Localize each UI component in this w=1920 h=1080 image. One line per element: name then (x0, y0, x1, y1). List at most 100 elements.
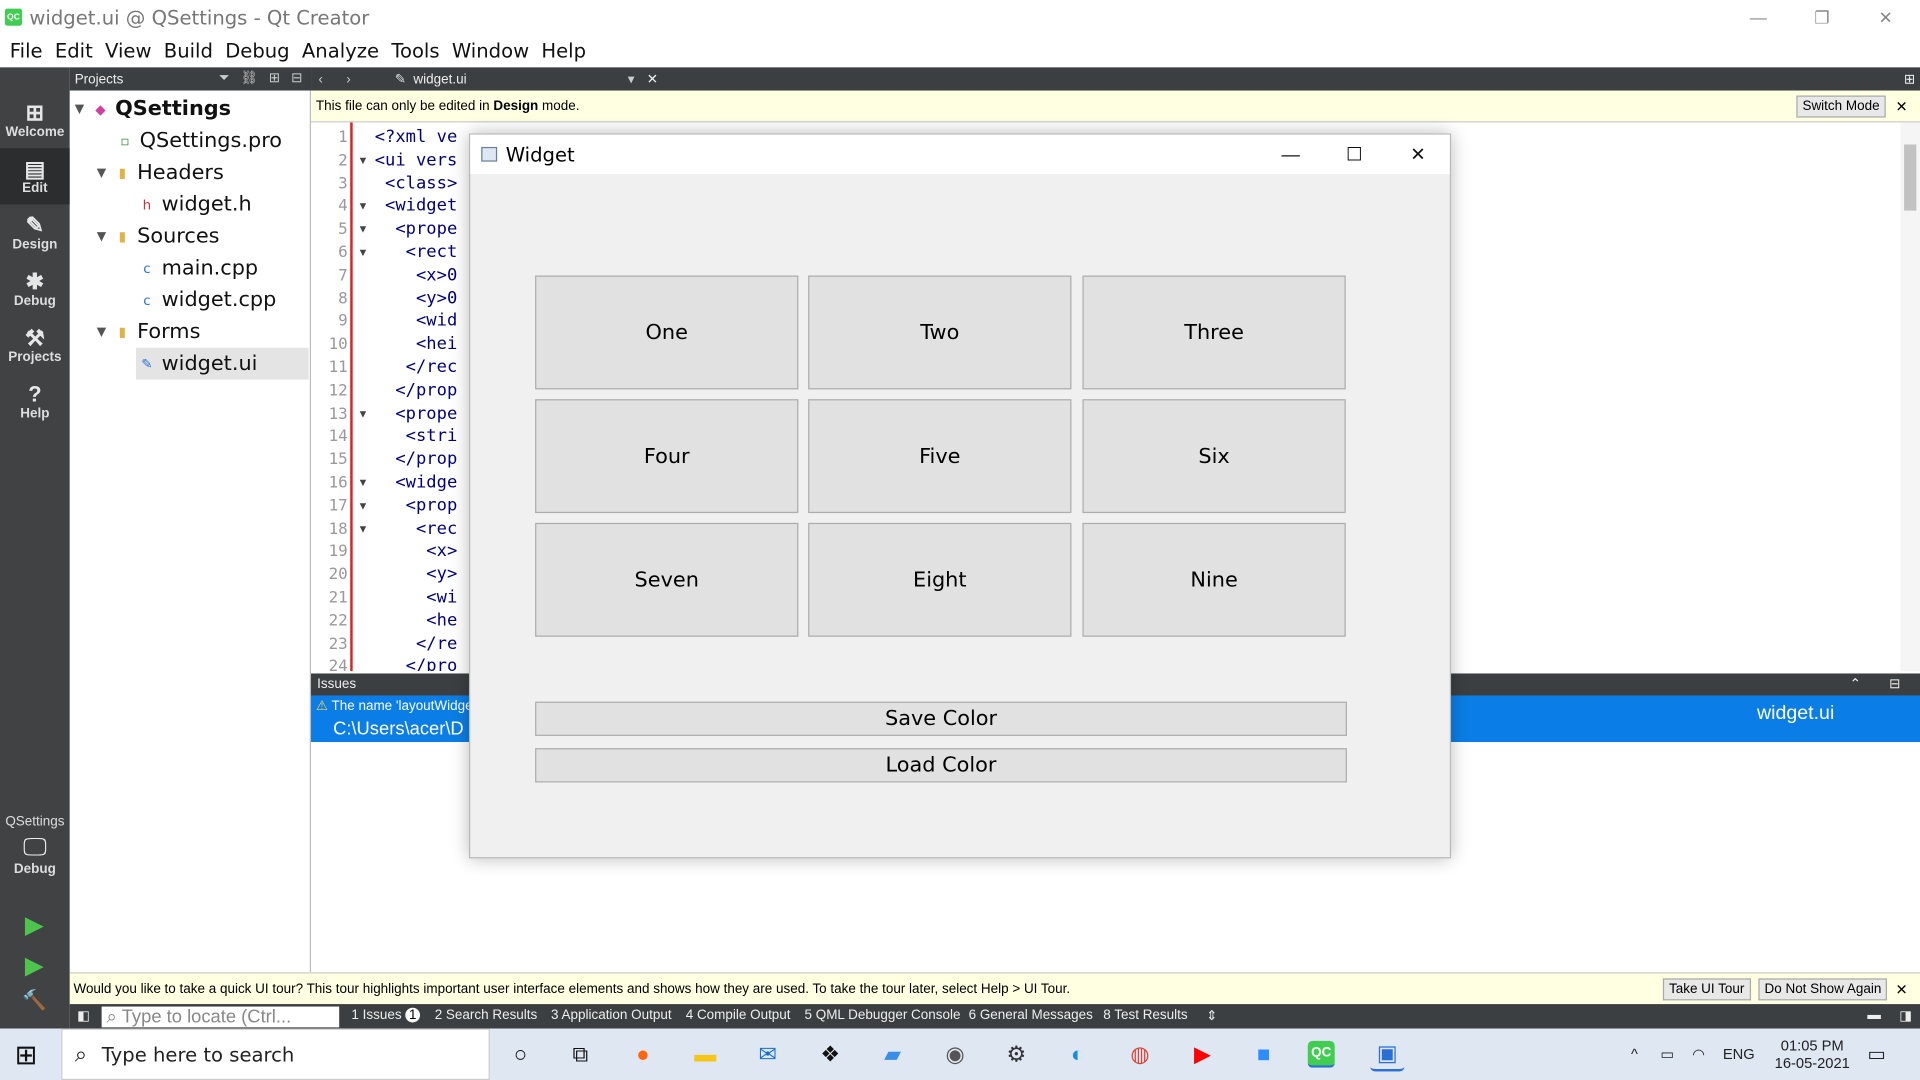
menu-view[interactable]: View (99, 39, 158, 62)
tree-node-headers[interactable]: ▼ ▮ Headers (97, 157, 224, 189)
mode-welcome[interactable]: ⊞ Welcome (0, 92, 70, 148)
tree-node-sources[interactable]: ▼ ▮ Sources (97, 220, 220, 252)
widget-maximize-button[interactable]: ☐ (1322, 135, 1386, 174)
fold-marker-icon[interactable]: ▼ (358, 476, 369, 488)
zoom-icon[interactable]: ■ (1247, 1037, 1281, 1071)
menu-window[interactable]: Window (446, 39, 536, 62)
tree-node-widget-h[interactable]: h widget.h (138, 189, 252, 221)
widget-close-button[interactable]: ✕ (1386, 135, 1450, 174)
code-editor[interactable]: <?xml ve <ui vers <class> <widget <prope … (375, 122, 473, 671)
close-tour-icon[interactable]: ✕ (1896, 981, 1908, 998)
tab-general-messages[interactable]: 6 General Messages (969, 1008, 1093, 1023)
tree-node-pro-file[interactable]: ▫ QSettings.pro (116, 125, 282, 157)
debug-run-button[interactable]: ▶ (20, 950, 49, 979)
widget-minimize-button[interactable]: — (1259, 135, 1323, 174)
tab-application-output[interactable]: 3 Application Output (551, 1008, 672, 1023)
toggle-sidebar-icon[interactable]: ◧ (77, 1008, 90, 1024)
tab-test-results[interactable]: 8 Test Results (1103, 1008, 1187, 1023)
edge-icon[interactable]: ◐ (1060, 1037, 1094, 1071)
tree-node-forms[interactable]: ▼ ▮ Forms (97, 316, 201, 348)
fold-marker-icon[interactable]: ▼ (358, 200, 369, 212)
menu-help[interactable]: Help (535, 39, 592, 62)
close-button[interactable]: ✕ (1858, 0, 1914, 34)
menu-file[interactable]: File (4, 39, 49, 62)
fold-marker-icon[interactable]: ▼ (358, 499, 369, 511)
editor-scrollbar[interactable] (1900, 122, 1920, 672)
collapse-arrow-icon[interactable]: ▼ (75, 102, 92, 115)
close-infobar-icon[interactable]: ✕ (1896, 98, 1908, 115)
mode-debug[interactable]: ✱ Debug (0, 261, 70, 317)
pane-controls[interactable]: ⌃ ⊟ (1850, 676, 1913, 692)
do-not-show-again-button[interactable]: Do Not Show Again (1758, 978, 1888, 1001)
nav-arrows[interactable]: ‹ › (318, 72, 360, 87)
menu-edit[interactable]: Edit (49, 39, 99, 62)
editor-document-tab[interactable]: widget.ui (413, 72, 627, 87)
mode-projects[interactable]: ⚒ Projects (0, 317, 70, 373)
youtube-icon[interactable]: ▶ (1185, 1037, 1219, 1071)
projects-view-selector[interactable]: Projects (75, 72, 124, 87)
restore-button[interactable]: ❐ (1794, 0, 1850, 34)
projects-tools[interactable]: ⏷ ⛓ ⊞ ⊟ (219, 70, 306, 87)
fold-marker-icon[interactable]: ▼ (358, 154, 369, 166)
clock[interactable]: 01:05 PM 16-05-2021 (1768, 1029, 1856, 1080)
build-button[interactable]: 🔨 (20, 986, 49, 1015)
tab-compile-output[interactable]: 4 Compile Output (686, 1008, 791, 1023)
menu-build[interactable]: Build (158, 39, 219, 62)
tab-issues[interactable]: 1 Issues 1 (351, 1007, 421, 1022)
button-three[interactable]: Three (1082, 275, 1346, 390)
widget-app-icon[interactable]: ▣ (1370, 1037, 1405, 1072)
collapse-arrow-icon[interactable]: ▼ (97, 325, 114, 338)
notifications-icon[interactable]: ▭ (1867, 1029, 1886, 1080)
menu-tools[interactable]: Tools (385, 39, 446, 62)
settings-icon[interactable]: ⚙ (999, 1037, 1033, 1071)
menu-debug[interactable]: Debug (219, 39, 296, 62)
sidebar-right-icon[interactable]: ◨ (1899, 1008, 1912, 1024)
button-six[interactable]: Six (1082, 399, 1346, 514)
button-nine[interactable]: Nine (1082, 522, 1346, 637)
scrollbar-thumb[interactable] (1904, 144, 1917, 211)
start-button[interactable]: ⊞ (15, 1040, 38, 1072)
fold-marker-icon[interactable]: ▼ (358, 407, 369, 419)
task-view-icon[interactable]: ⧉ (563, 1037, 597, 1071)
chrome-icon[interactable]: ◍ (1123, 1037, 1157, 1071)
switch-mode-button[interactable]: Switch Mode (1796, 95, 1886, 118)
tab-search-results[interactable]: 2 Search Results (435, 1008, 538, 1023)
book-icon[interactable]: ▰ (876, 1037, 910, 1071)
button-two[interactable]: Two (808, 275, 1072, 390)
collapse-arrow-icon[interactable]: ▼ (97, 166, 114, 179)
mail-icon[interactable]: ✉ (751, 1037, 785, 1071)
tree-node-widget-ui[interactable]: ✎ widget.ui (135, 347, 309, 380)
dropdown-arrow-icon[interactable]: ▾ (628, 71, 635, 87)
battery-icon[interactable]: ▭ (1660, 1029, 1674, 1080)
split-icon[interactable]: ⊞ (1904, 71, 1915, 87)
button-four[interactable]: Four (535, 399, 799, 514)
load-color-button[interactable]: Load Color (535, 748, 1347, 783)
fold-marker-icon[interactable]: ▼ (358, 223, 369, 235)
mode-edit[interactable]: ▤ Edit (0, 148, 70, 205)
output-toggle-icon[interactable]: ▬ (1867, 1008, 1880, 1023)
button-one[interactable]: One (535, 275, 799, 390)
run-button[interactable]: ▶ (20, 910, 49, 939)
file-explorer-icon[interactable]: ▬ (688, 1037, 722, 1071)
fold-marker-icon[interactable]: ▼ (358, 246, 369, 258)
taskbar-search[interactable]: ⌕ Type here to search (61, 1028, 490, 1080)
close-document-icon[interactable]: ✕ (647, 71, 658, 87)
collapse-arrow-icon[interactable]: ▼ (97, 230, 114, 243)
more-tabs-icon[interactable]: ⇕ (1206, 1008, 1217, 1024)
mode-help[interactable]: ? Help (0, 373, 70, 429)
mode-design[interactable]: ✎ Design (0, 204, 70, 260)
tray-overflow[interactable]: ^ (1631, 1029, 1638, 1080)
wifi-icon[interactable]: ◠ (1692, 1029, 1705, 1080)
qt-creator-icon[interactable]: QC (1307, 1040, 1335, 1068)
minimize-button[interactable]: — (1730, 0, 1786, 34)
cortana-icon[interactable]: ○ (503, 1037, 537, 1071)
save-color-button[interactable]: Save Color (535, 701, 1347, 736)
widget-title-bar[interactable]: Widget — ☐ ✕ (470, 134, 1450, 174)
language-indicator[interactable]: ENG (1723, 1029, 1755, 1080)
kit-selector[interactable]: QSettings 🖵 Debug (0, 814, 70, 876)
button-eight[interactable]: Eight (808, 522, 1072, 637)
menu-analyze[interactable]: Analyze (296, 39, 385, 62)
tab-qml-debugger-console[interactable]: 5 QML Debugger Console (804, 1008, 960, 1023)
tree-node-widget-cpp[interactable]: c widget.cpp (138, 284, 276, 316)
dropbox-icon[interactable]: ❖ (813, 1037, 847, 1071)
